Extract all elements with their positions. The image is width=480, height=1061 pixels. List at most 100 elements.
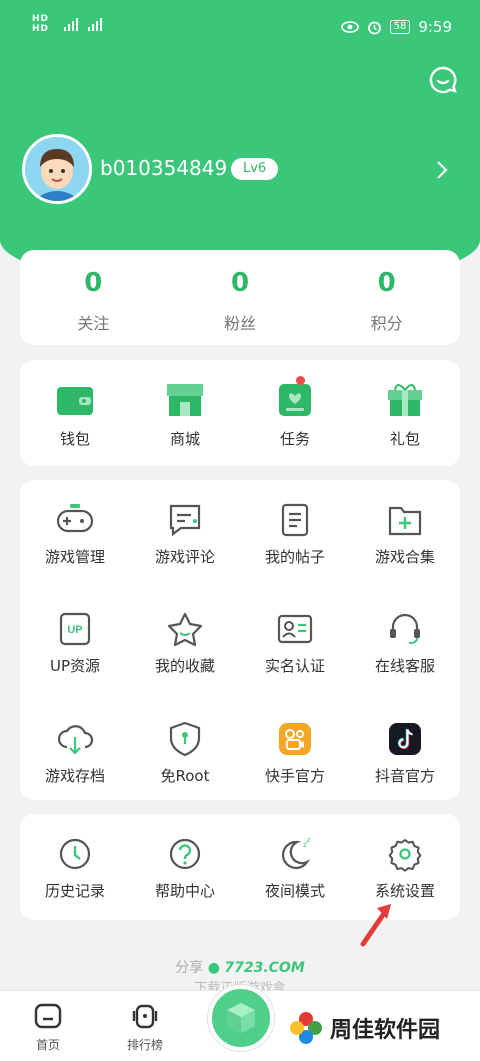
help-icon bbox=[169, 838, 201, 870]
night-mode-button[interactable]: zz 夜间模式 bbox=[240, 836, 350, 920]
kuaishou-icon bbox=[279, 722, 311, 755]
stat-value: 0 bbox=[377, 268, 396, 298]
watermark-text: 周佳软件园 bbox=[330, 1018, 441, 1043]
feature-label: 在线客服 bbox=[374, 657, 435, 676]
signal-bars-icon bbox=[64, 18, 102, 31]
game-collection-button[interactable]: 游戏合集 bbox=[350, 502, 460, 581]
post-icon bbox=[281, 503, 309, 537]
stat-value: 0 bbox=[84, 268, 103, 298]
feature-label: 游戏存档 bbox=[44, 766, 105, 785]
gift-icon bbox=[388, 384, 422, 416]
clock-icon bbox=[59, 838, 91, 870]
folder-plus-icon bbox=[388, 506, 422, 536]
feature-label: 免Root bbox=[160, 766, 210, 785]
feature-label: 游戏评论 bbox=[154, 548, 215, 566]
no-root-button[interactable]: 免Root bbox=[130, 721, 240, 800]
tool-label: 系统设置 bbox=[374, 882, 435, 900]
battery-indicator: 58 bbox=[389, 20, 411, 34]
tool-label: 历史记录 bbox=[44, 882, 105, 900]
gift-button[interactable]: 礼包 bbox=[350, 380, 460, 466]
svg-text:z: z bbox=[307, 837, 311, 844]
watermark-logo-icon bbox=[290, 1012, 322, 1044]
wallet-icon bbox=[57, 387, 93, 415]
moon-icon: zz bbox=[282, 837, 311, 869]
avatar-face-icon bbox=[25, 137, 89, 201]
feature-label: 抖音官方 bbox=[374, 766, 435, 785]
status-bar: HD HD 58 9:59 bbox=[0, 0, 480, 56]
share-prefix: 分享 bbox=[175, 960, 204, 976]
feature-label: 我的帖子 bbox=[264, 548, 325, 566]
home-icon bbox=[34, 1003, 62, 1029]
feature-label: 实名认证 bbox=[264, 657, 325, 676]
help-center-button[interactable]: 帮助中心 bbox=[130, 836, 240, 920]
my-posts-button[interactable]: 我的帖子 bbox=[240, 502, 350, 581]
feature-label: 游戏合集 bbox=[374, 548, 435, 566]
stats-card: 0 关注 0 粉丝 0 积分 bbox=[20, 250, 460, 345]
tool-label: 夜间模式 bbox=[264, 882, 325, 900]
cube-icon bbox=[227, 1003, 255, 1033]
feature-label: 我的收藏 bbox=[154, 657, 215, 676]
message-icon[interactable] bbox=[428, 65, 458, 95]
quick-actions-card: 钱包 商城 任务 礼包 bbox=[20, 360, 460, 466]
gear-icon bbox=[388, 839, 422, 872]
tab-label: 首页 bbox=[35, 1038, 60, 1052]
quick-label: 钱包 bbox=[59, 430, 90, 448]
shield-icon bbox=[169, 721, 201, 756]
real-name-auth-button[interactable]: 实名认证 bbox=[240, 611, 350, 690]
stat-label: 粉丝 bbox=[224, 314, 257, 333]
favorites-button[interactable]: 我的收藏 bbox=[130, 611, 240, 690]
share-site: 7723.COM bbox=[224, 960, 305, 976]
task-icon bbox=[279, 384, 311, 416]
comment-icon bbox=[169, 504, 201, 537]
wallet-button[interactable]: 钱包 bbox=[20, 380, 130, 466]
shop-icon bbox=[167, 384, 203, 416]
center-game-button[interactable] bbox=[208, 985, 274, 1051]
chevron-right-icon[interactable] bbox=[436, 160, 448, 180]
watermark: 周佳软件园 bbox=[288, 1010, 440, 1046]
game-manage-button[interactable]: 游戏管理 bbox=[20, 502, 130, 581]
share-line[interactable]: 分享 ● 7723.COM bbox=[0, 957, 480, 977]
cloud-download-icon bbox=[57, 724, 94, 755]
site-shield-icon: ● bbox=[207, 960, 220, 976]
stat-follow[interactable]: 0 关注 bbox=[20, 250, 167, 345]
gamepad-icon bbox=[56, 504, 94, 533]
quick-label: 商城 bbox=[169, 430, 200, 448]
features-card: 游戏管理 游戏评论 我的帖子 游戏合集 UP UP资源 我的收藏 实名认证 在线… bbox=[20, 480, 460, 800]
tab-home[interactable]: 首页 bbox=[13, 1003, 83, 1053]
douyin-official-button[interactable]: 抖音官方 bbox=[350, 721, 460, 800]
feature-label: UP资源 bbox=[49, 657, 101, 676]
game-comment-button[interactable]: 游戏评论 bbox=[130, 502, 240, 581]
alarm-icon bbox=[367, 21, 381, 34]
stat-fans[interactable]: 0 粉丝 bbox=[167, 250, 314, 345]
star-icon bbox=[167, 613, 203, 647]
status-time: 9:59 bbox=[418, 18, 452, 36]
username[interactable]: b010354849 bbox=[100, 156, 227, 180]
svg-text:UP: UP bbox=[67, 624, 82, 636]
id-card-icon bbox=[277, 615, 313, 644]
quick-label: 任务 bbox=[279, 430, 310, 448]
kuaishou-official-button[interactable]: 快手官方 bbox=[240, 721, 350, 800]
headset-icon bbox=[390, 614, 420, 645]
up-icon: UP bbox=[59, 613, 91, 646]
avatar[interactable] bbox=[22, 134, 92, 204]
game-save-button[interactable]: 游戏存档 bbox=[20, 721, 130, 800]
tab-ranking[interactable]: 排行榜 bbox=[110, 1003, 180, 1053]
up-resources-button[interactable]: UP UP资源 bbox=[20, 611, 130, 690]
tool-label: 帮助中心 bbox=[154, 882, 215, 900]
signal-label-1: HD bbox=[32, 14, 50, 24]
signal-label-2: HD bbox=[32, 24, 50, 34]
douyin-icon bbox=[389, 722, 421, 755]
red-arrow-annotation bbox=[360, 904, 391, 947]
quick-label: 礼包 bbox=[389, 430, 420, 448]
stat-label: 积分 bbox=[370, 314, 403, 333]
history-button[interactable]: 历史记录 bbox=[20, 836, 130, 920]
notification-dot bbox=[296, 376, 305, 385]
level-badge: Lv6 bbox=[231, 158, 279, 180]
stat-points[interactable]: 0 积分 bbox=[313, 250, 460, 345]
eye-icon bbox=[340, 21, 359, 33]
feature-label: 快手官方 bbox=[264, 766, 325, 785]
online-service-button[interactable]: 在线客服 bbox=[350, 611, 460, 690]
feature-label: 游戏管理 bbox=[44, 548, 105, 566]
task-button[interactable]: 任务 bbox=[240, 380, 350, 466]
shop-button[interactable]: 商城 bbox=[130, 380, 240, 466]
